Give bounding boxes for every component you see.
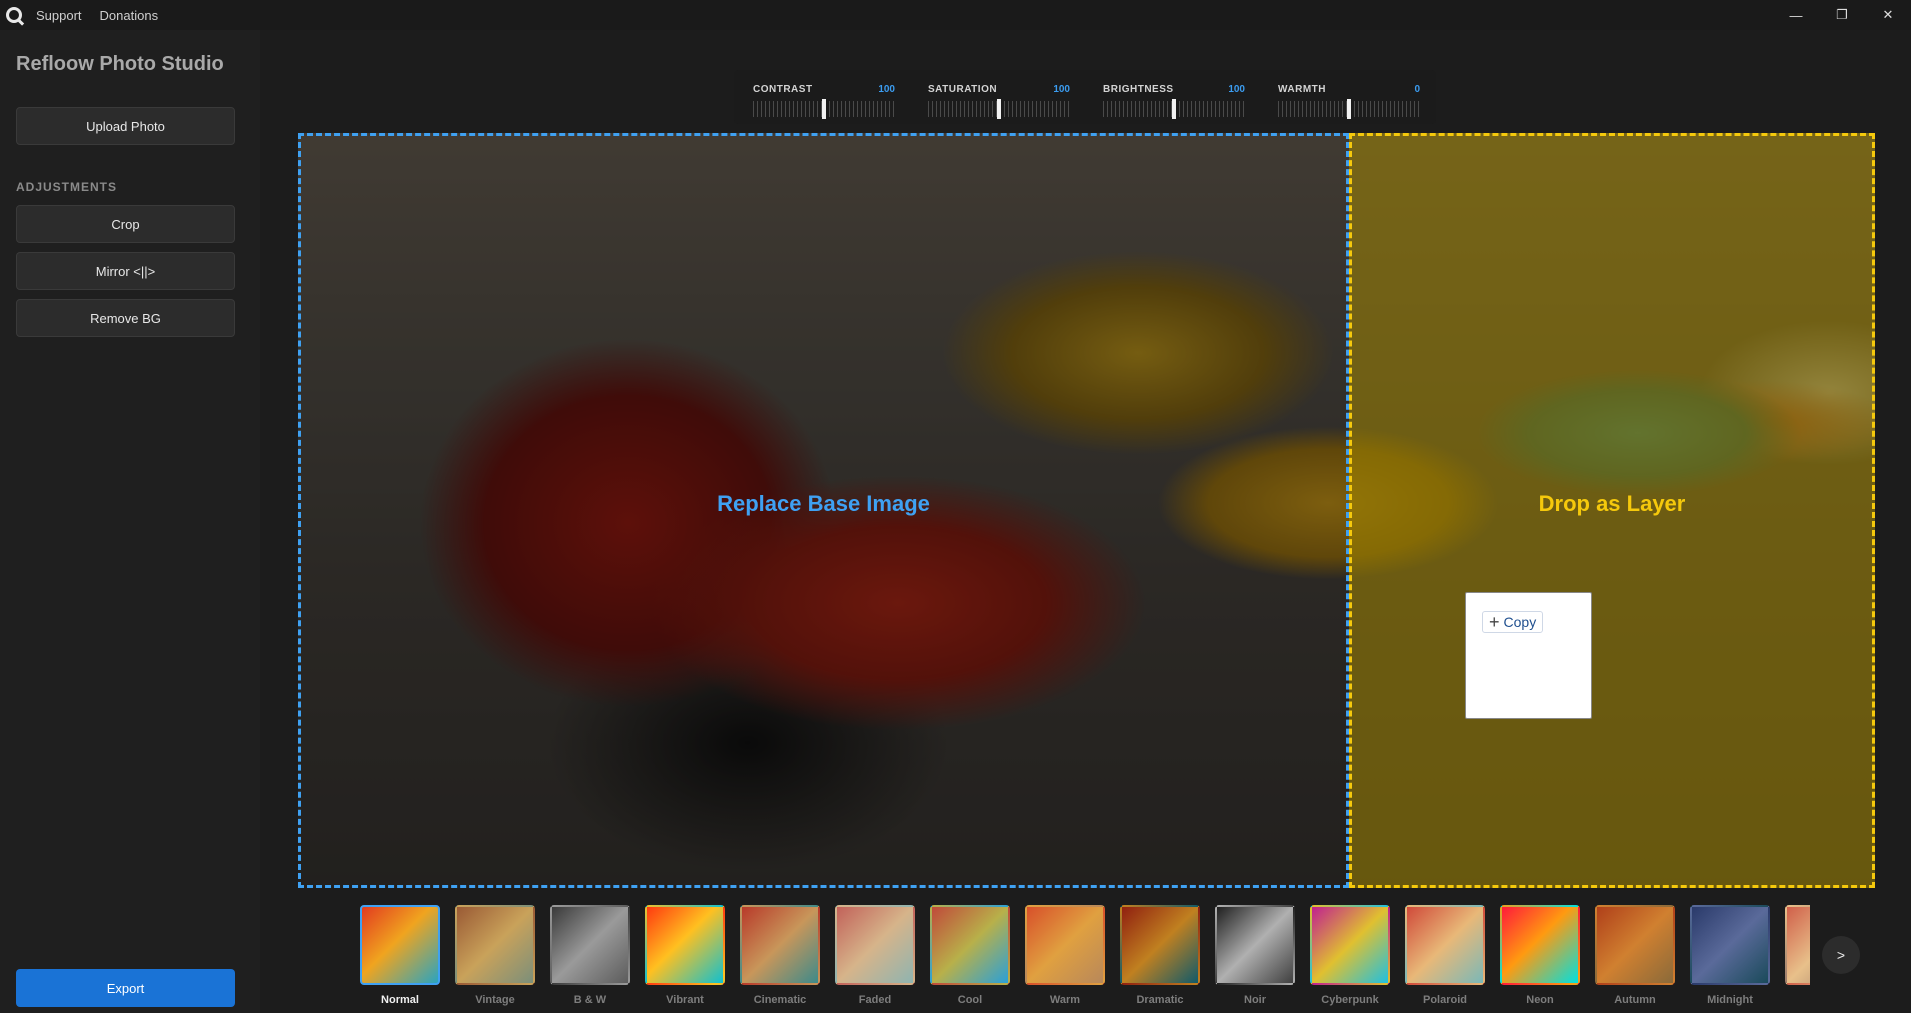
warmth-label: WARMTH: [1278, 84, 1326, 95]
saturation-thumb[interactable]: [997, 99, 1001, 119]
warmth-slider[interactable]: WARMTH 0: [1278, 84, 1420, 119]
filter-label: Polaroid: [1422, 994, 1467, 1006]
brightness-thumb[interactable]: [1172, 99, 1176, 119]
filter-thumbnail[interactable]: [550, 905, 630, 985]
brightness-slider[interactable]: BRIGHTNESS 100: [1103, 84, 1245, 119]
brightness-value: 100: [1228, 84, 1245, 95]
filter-label: Faded: [858, 994, 892, 1006]
filter-label: Autumn: [1614, 994, 1656, 1006]
filter-label: B & W: [573, 994, 607, 1006]
saturation-label: SATURATION: [928, 84, 998, 95]
remove-bg-button[interactable]: Remove BG: [16, 299, 235, 337]
adjustments-heading: ADJUSTMENTS: [16, 180, 118, 194]
title-bar: Support Donations — ❐ ✕: [0, 0, 1911, 30]
contrast-label: CONTRAST: [753, 84, 813, 95]
menu-support[interactable]: Support: [36, 8, 82, 23]
filter-thumbnail[interactable]: [1405, 905, 1485, 985]
filter-faded[interactable]: Faded: [835, 905, 915, 1006]
filter-label: Cyberpunk: [1321, 994, 1379, 1006]
restore-icon[interactable]: ❐: [1819, 0, 1865, 30]
filter-dramatic[interactable]: Dramatic: [1120, 905, 1200, 1006]
filter-label: Midnight: [1707, 994, 1753, 1006]
filter-neon[interactable]: Neon: [1500, 905, 1580, 1006]
filter-midnight[interactable]: Midnight: [1690, 905, 1770, 1006]
filters-next-button[interactable]: >: [1822, 936, 1860, 974]
drop-as-layer-dropzone[interactable]: Drop as Layer: [1349, 133, 1875, 888]
filter-cinematic[interactable]: Cinematic: [740, 905, 820, 1006]
close-icon[interactable]: ✕: [1865, 0, 1911, 30]
crop-button[interactable]: Crop: [16, 205, 235, 243]
mirror-button[interactable]: Mirror <||>: [16, 252, 235, 290]
filter-thumbnail[interactable]: [1785, 905, 1810, 985]
drop-as-layer-label: Drop as Layer: [1538, 490, 1686, 516]
minimize-icon[interactable]: —: [1773, 0, 1819, 30]
filter-label: Dramatic: [1136, 994, 1184, 1006]
filter-thumbnail[interactable]: [740, 905, 820, 985]
filter-label: Normal: [381, 994, 419, 1006]
filter-polaroid[interactable]: Polaroid: [1405, 905, 1485, 1006]
replace-base-image-dropzone[interactable]: Replace Base Image: [298, 133, 1349, 888]
filter-autumn[interactable]: Autumn: [1595, 905, 1675, 1006]
copy-badge: + Copy: [1482, 611, 1544, 633]
saturation-value: 100: [1053, 84, 1070, 95]
brightness-label: BRIGHTNESS: [1103, 84, 1174, 95]
contrast-slider[interactable]: CONTRAST 100: [753, 84, 895, 119]
copy-label: Copy: [1503, 614, 1537, 630]
filter-strip: Normal Vintage B & W Vibrant Cinematic Faded C…: [360, 905, 1810, 1013]
filter-label: Noir: [1244, 994, 1266, 1006]
adjustments-panel: CONTRAST 100 SATURATION 100 BRIGHTNESS 1…: [734, 70, 1436, 124]
filter-normal[interactable]: Normal: [360, 905, 440, 1006]
filter-noir[interactable]: Noir: [1215, 905, 1295, 1006]
filter-vibrant[interactable]: Vibrant: [645, 905, 725, 1006]
filter-vintage[interactable]: Vintage: [455, 905, 535, 1006]
app-title: Refloow Photo Studio: [16, 53, 224, 75]
app-logo-icon: [6, 7, 22, 23]
contrast-value: 100: [878, 84, 895, 95]
filter-warm[interactable]: Warm: [1025, 905, 1105, 1006]
filter-label: Vibrant: [666, 994, 704, 1006]
upload-photo-button[interactable]: Upload Photo: [16, 107, 235, 145]
filter-thumbnail[interactable]: [1120, 905, 1200, 985]
filter-thumbnail[interactable]: [930, 905, 1010, 985]
filter-thumbnail[interactable]: [645, 905, 725, 985]
filter-thumbnail[interactable]: [1500, 905, 1580, 985]
window-controls: — ❐ ✕: [1773, 0, 1911, 30]
filter-thumbnail[interactable]: [1310, 905, 1390, 985]
filter-label: Vintage: [475, 994, 515, 1006]
contrast-thumb[interactable]: [822, 99, 826, 119]
filter-label: Cool: [957, 994, 983, 1006]
sidebar: Refloow Photo Studio Upload Photo ADJUST…: [0, 30, 260, 1013]
warmth-thumb[interactable]: [1347, 99, 1351, 119]
filter-cool[interactable]: Cool: [930, 905, 1010, 1006]
filter-thumbnail[interactable]: [1690, 905, 1770, 985]
filter-b-w[interactable]: B & W: [550, 905, 630, 1006]
saturation-slider[interactable]: SATURATION 100: [928, 84, 1070, 119]
filter-w[interactable]: W: [1785, 905, 1810, 1005]
menu-donations[interactable]: Donations: [100, 8, 159, 23]
photo-canvas[interactable]: Replace Base Image Drop as Layer: [298, 133, 1875, 888]
filter-thumbnail[interactable]: [1025, 905, 1105, 985]
filter-thumbnail[interactable]: [1595, 905, 1675, 985]
warmth-value: 0: [1414, 84, 1420, 95]
filter-thumbnail[interactable]: [455, 905, 535, 985]
filter-label: W: [1785, 994, 1810, 1006]
filter-thumbnail[interactable]: [1215, 905, 1295, 985]
filter-label: Cinematic: [753, 994, 807, 1006]
export-button[interactable]: Export: [16, 969, 235, 1007]
filter-thumbnail[interactable]: [360, 905, 440, 985]
filter-label: Warm: [1049, 994, 1081, 1006]
plus-icon: +: [1489, 612, 1500, 632]
filter-thumbnail[interactable]: [835, 905, 915, 985]
drag-copy-preview: + Copy: [1465, 592, 1592, 719]
filter-cyberpunk[interactable]: Cyberpunk: [1310, 905, 1390, 1006]
replace-base-image-label: Replace Base Image: [717, 490, 930, 516]
filter-label: Neon: [1526, 994, 1554, 1006]
